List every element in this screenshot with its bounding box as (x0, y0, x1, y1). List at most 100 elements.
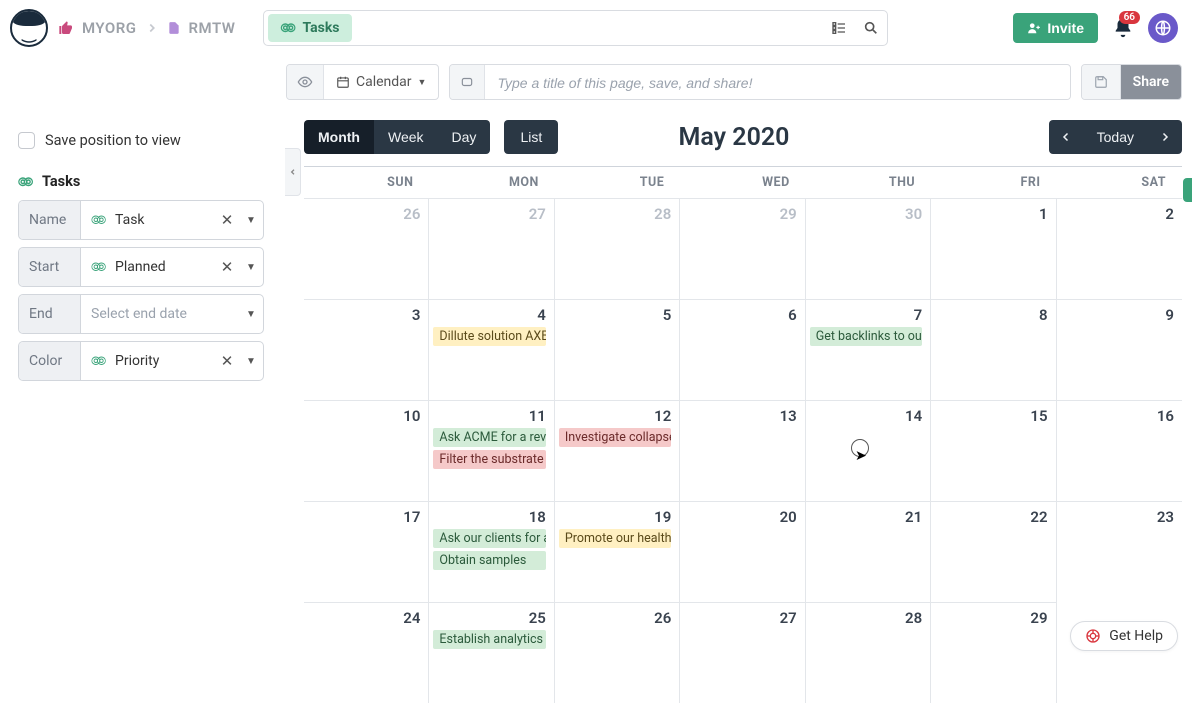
calendar-day[interactable]: 3 (304, 299, 429, 400)
tab-week[interactable]: Week (374, 120, 438, 154)
day-number: 28 (559, 205, 671, 223)
calendar-day[interactable]: 28 (555, 198, 680, 299)
user-avatar[interactable] (1148, 13, 1178, 43)
day-number: 27 (684, 609, 796, 627)
clear-icon[interactable]: ✕ (215, 201, 239, 239)
topbar-right: Invite 66 (1013, 13, 1178, 43)
side-tab-handle[interactable] (1183, 178, 1192, 202)
chevron-down-icon[interactable]: ▼ (239, 342, 263, 380)
calendar-day[interactable]: 9 (1057, 299, 1182, 400)
search-icon[interactable] (855, 11, 887, 45)
calendar-day[interactable]: 4Dillute solution AXB- (429, 299, 554, 400)
main-area: Calendar ▼ Share Month Week Day List May… (286, 56, 1182, 661)
calendar-day[interactable]: 28 (806, 602, 931, 703)
search-filter-pill[interactable]: Tasks (268, 14, 351, 42)
calendar-event[interactable]: Ask ACME for a revie (433, 428, 545, 447)
calendar-day[interactable]: 29 (931, 602, 1056, 703)
search-bar[interactable]: Tasks (263, 10, 888, 46)
title-lock-button[interactable] (450, 65, 485, 99)
calendar-dropdown[interactable]: Calendar ▼ (324, 65, 438, 99)
calendar-event[interactable]: Ask our clients for a (433, 529, 545, 548)
next-month-button[interactable] (1148, 120, 1182, 154)
invite-user-icon (1027, 21, 1041, 35)
day-number: 15 (935, 407, 1047, 425)
page-title-input[interactable] (485, 65, 1069, 100)
day-number: 27 (433, 205, 545, 223)
prev-month-button[interactable] (1049, 120, 1083, 154)
share-button[interactable]: Share (1121, 65, 1181, 99)
day-number: 30 (810, 205, 922, 223)
calendar-day[interactable]: 16 (1057, 400, 1182, 501)
share-group: Share (1081, 64, 1182, 100)
calendar-day[interactable]: 26 (304, 198, 429, 299)
day-number: 11 (433, 407, 545, 425)
tasks-icon (280, 20, 296, 36)
calendar-day[interactable]: 29 (680, 198, 805, 299)
calendar-day[interactable]: 7Get backlinks to our (806, 299, 931, 400)
calendar-day[interactable]: 11 Ask ACME for a revie Filter the substra… (429, 400, 554, 501)
field-color[interactable]: Color Priority ✕ ▼ (18, 341, 264, 381)
calendar-event[interactable]: Establish analytics m (433, 630, 545, 649)
calendar-event[interactable]: Obtain samples (433, 551, 545, 570)
breadcrumb-org[interactable]: MYORG (82, 19, 137, 37)
calendar-day[interactable]: 17 (304, 501, 429, 602)
get-help-button[interactable]: Get Help (1070, 621, 1178, 651)
today-button[interactable]: Today (1083, 120, 1148, 154)
calendar-day[interactable]: 13 (680, 400, 805, 501)
save-page-button[interactable] (1082, 65, 1121, 99)
calendar-day[interactable]: 21 (806, 501, 931, 602)
calendar-event[interactable]: Get backlinks to our (810, 327, 922, 346)
calendar-day[interactable]: 8 (931, 299, 1056, 400)
calendar-day[interactable]: 24 (304, 602, 429, 703)
calendar-day[interactable]: 20 (680, 501, 805, 602)
save-position-checkbox[interactable]: Save position to view (18, 132, 264, 149)
calendar-day[interactable]: 2 (1057, 198, 1182, 299)
calendar-day[interactable]: 25Establish analytics m (429, 602, 554, 703)
calendar-day[interactable]: 23 (1057, 501, 1182, 602)
calendar-event[interactable]: Investigate collapsed (559, 428, 671, 447)
calendar-day[interactable]: 30 (806, 198, 931, 299)
day-number: 29 (935, 609, 1047, 627)
chevron-down-icon[interactable]: ▼ (239, 248, 263, 286)
calendar-day[interactable]: 22 (931, 501, 1056, 602)
calendar-day[interactable]: 6 (680, 299, 805, 400)
chevron-down-icon[interactable]: ▼ (239, 295, 263, 333)
calendar-event[interactable]: Dillute solution AXB- (433, 327, 545, 346)
day-number: 29 (684, 205, 796, 223)
page-title-group (449, 64, 1070, 100)
field-end[interactable]: End Select end date ▼ (18, 294, 264, 334)
clear-icon[interactable]: ✕ (215, 248, 239, 286)
calendar-day[interactable]: 18Ask our clients for aObtain samples (429, 501, 554, 602)
visibility-button[interactable] (287, 65, 324, 99)
calendar-day[interactable]: 27 (429, 198, 554, 299)
field-name[interactable]: Name Task ✕ ▼ (18, 200, 264, 240)
chevron-left-icon (1060, 130, 1072, 144)
day-number: 3 (308, 306, 420, 324)
left-sidebar: Save position to view Tasks Name Task ✕ … (18, 132, 264, 388)
calendar-event[interactable]: Promote our health c (559, 529, 671, 548)
calendar-day[interactable]: 15 (931, 400, 1056, 501)
calendar-day[interactable]: 26 (555, 602, 680, 703)
calendar-day[interactable]: 27 (680, 602, 805, 703)
field-start[interactable]: Start Planned ✕ ▼ (18, 247, 264, 287)
calendar-day[interactable]: 5 (555, 299, 680, 400)
invite-button[interactable]: Invite (1013, 13, 1098, 43)
calendar-day[interactable]: 10 (304, 400, 429, 501)
notifications-bell[interactable]: 66 (1112, 17, 1134, 39)
calendar-event[interactable]: Filter the substrate (433, 450, 545, 469)
calendar-mode-group: Calendar ▼ (286, 64, 439, 100)
view-layout-icon[interactable] (823, 11, 855, 45)
calendar-day[interactable]: 1 (931, 198, 1056, 299)
calendar-day[interactable]: 19Promote our health c (555, 501, 680, 602)
breadcrumb-project[interactable]: RMTW (189, 19, 236, 37)
calendar-day[interactable]: 12Investigate collapsed (555, 400, 680, 501)
app-logo[interactable] (10, 9, 48, 47)
day-number: 23 (1061, 508, 1174, 526)
clear-icon[interactable]: ✕ (215, 342, 239, 380)
chevron-down-icon[interactable]: ▼ (239, 201, 263, 239)
tab-list[interactable]: List (504, 120, 558, 154)
chevron-right-icon (1159, 130, 1171, 144)
tab-day[interactable]: Day (438, 120, 491, 154)
tab-month[interactable]: Month (304, 120, 374, 154)
day-number: 8 (935, 306, 1047, 324)
